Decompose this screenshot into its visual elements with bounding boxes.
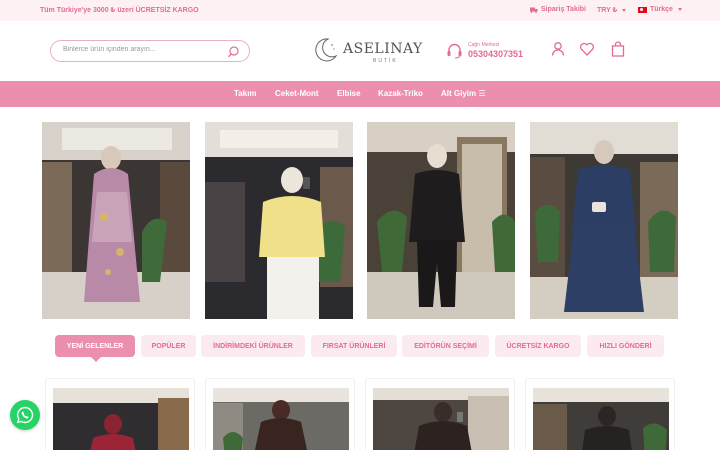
call-center[interactable]: Çağrı Merkezi 05304307351 bbox=[446, 40, 526, 62]
order-tracking-label: Sipariş Takibi bbox=[541, 6, 586, 13]
language-select[interactable]: Türkçe bbox=[638, 6, 682, 13]
product-card[interactable] bbox=[45, 378, 195, 450]
moon-logo-icon bbox=[315, 38, 338, 62]
whatsapp-icon bbox=[16, 406, 34, 424]
product-image[interactable] bbox=[533, 388, 669, 450]
language-label: Türkçe bbox=[650, 6, 673, 13]
product-card[interactable] bbox=[365, 378, 515, 450]
tab-firsat-urunleri[interactable]: FIRSAT ÜRÜNLERİ bbox=[311, 335, 397, 357]
phone-number: 05304307351 bbox=[468, 49, 524, 59]
free-shipping-promo: Tüm Türkiye'ye 3000 ₺ üzeri ÜCRETSİZ KAR… bbox=[40, 7, 199, 14]
currency-label: TRY ₺ bbox=[597, 7, 618, 14]
nav-item-kazak-triko[interactable]: Kazak-Triko bbox=[378, 89, 423, 98]
product-card[interactable] bbox=[205, 378, 355, 450]
tab-ucretsiz-kargo[interactable]: ÜCRETSİZ KARGO bbox=[495, 335, 581, 357]
top-promo-bar: Tüm Türkiye'ye 3000 ₺ üzeri ÜCRETSİZ KAR… bbox=[0, 0, 720, 21]
tab-populer[interactable]: POPÜLER bbox=[141, 335, 196, 357]
tab-editorun-secimi[interactable]: EDİTÖRÜN SEÇİMİ bbox=[402, 335, 489, 357]
main-nav: Takım Ceket-Mont Elbise Kazak-Triko Alt … bbox=[0, 81, 720, 107]
bag-icon[interactable] bbox=[610, 41, 626, 57]
product-image[interactable] bbox=[213, 388, 349, 450]
tab-yeni-gelenler[interactable]: YENİ GELENLER bbox=[55, 335, 135, 362]
nav-item-ceket-mont[interactable]: Ceket-Mont bbox=[275, 89, 319, 98]
nav-item-alt-giyim[interactable]: Alt Giyim ☰ bbox=[441, 89, 486, 98]
product-image[interactable] bbox=[53, 388, 189, 450]
banner-image-4[interactable] bbox=[530, 122, 678, 319]
product-image[interactable] bbox=[373, 388, 509, 450]
logo-subtitle: BUTİK bbox=[373, 58, 398, 64]
phone-label: Çağrı Merkezi bbox=[468, 42, 500, 48]
site-logo[interactable]: ASELINAY BUTİK bbox=[311, 36, 422, 66]
tab-indirimdeki-urunler[interactable]: İNDİRİMDEKİ ÜRÜNLER bbox=[201, 335, 305, 357]
banner-image-1[interactable] bbox=[42, 122, 190, 319]
search-icon[interactable] bbox=[226, 45, 240, 59]
turkey-flag-icon bbox=[638, 6, 647, 13]
chevron-down-icon bbox=[622, 8, 627, 12]
logo-name: ASELINAY bbox=[343, 41, 423, 57]
headset-icon bbox=[447, 43, 462, 59]
product-card[interactable] bbox=[525, 378, 675, 450]
banner-image-2[interactable] bbox=[205, 122, 353, 319]
nav-item-elbise[interactable]: Elbise bbox=[337, 89, 361, 98]
order-tracking-link[interactable]: Sipariş Takibi bbox=[530, 6, 586, 13]
search-input[interactable] bbox=[63, 46, 223, 53]
truck-icon bbox=[530, 7, 538, 13]
chevron-down-icon bbox=[677, 8, 682, 11]
whatsapp-button[interactable] bbox=[10, 400, 40, 430]
nav-item-takim[interactable]: Takım bbox=[234, 89, 257, 98]
search-box[interactable] bbox=[50, 40, 250, 62]
tab-hizli-gonderi[interactable]: HIZLI GÖNDERİ bbox=[587, 335, 664, 357]
heart-icon[interactable] bbox=[579, 41, 595, 57]
banner-image-3[interactable] bbox=[367, 122, 515, 319]
user-icon[interactable] bbox=[550, 41, 566, 57]
currency-select[interactable]: TRY ₺ bbox=[597, 6, 627, 14]
